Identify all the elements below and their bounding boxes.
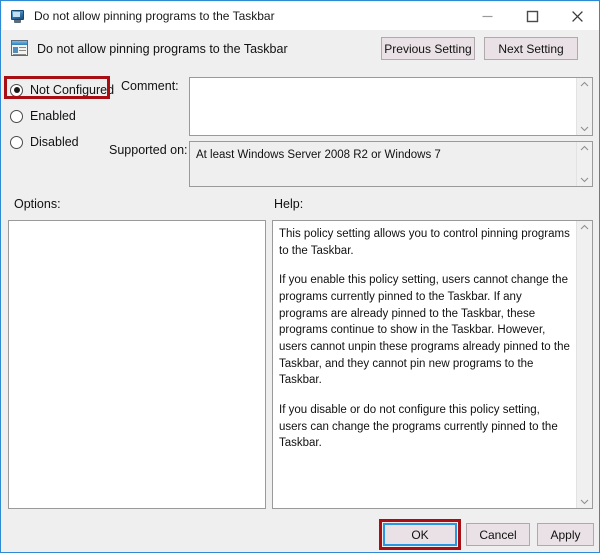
policy-state-radio-group: Not Configured Enabled Disabled [10,79,120,157]
chevron-down-icon[interactable] [580,177,589,183]
ok-button[interactable]: OK [383,523,457,546]
radio-icon-enabled[interactable] [10,109,23,123]
options-panel[interactable] [8,220,266,509]
comment-scrollbar[interactable] [576,78,592,135]
previous-setting-button[interactable]: Previous Setting [381,37,475,60]
apply-button[interactable]: Apply [537,523,594,546]
maximize-button[interactable] [510,2,555,30]
supported-on-label: Supported on: [109,143,188,157]
supported-on-scrollbar[interactable] [576,142,592,186]
group-policy-setting-dialog: Do not allow pinning programs to the Tas… [0,0,600,553]
radio-icon-not-configured[interactable] [10,83,23,97]
radio-label-disabled: Disabled [30,135,79,149]
next-setting-button[interactable]: Next Setting [484,37,578,60]
help-label: Help: [274,197,304,211]
supported-on-value: At least Windows Server 2008 R2 or Windo… [196,149,441,161]
chevron-up-icon[interactable] [580,81,589,87]
minimize-icon [482,15,493,17]
dialog-footer: OK Cancel Apply [2,510,599,552]
radio-label-enabled: Enabled [30,109,76,123]
maximize-icon [526,10,539,22]
options-label: Options: [14,197,61,211]
radio-icon-disabled[interactable] [10,135,23,149]
comment-label: Comment: [121,79,179,93]
policy-setting-icon [11,40,28,57]
chevron-up-icon[interactable] [580,224,589,230]
close-button[interactable] [555,2,599,30]
radio-label-not-configured: Not Configured [30,83,115,97]
help-scrollbar[interactable] [576,221,592,508]
radio-option-disabled[interactable]: Disabled [10,131,120,153]
setting-title: Do not allow pinning programs to the Tas… [37,41,288,56]
chevron-down-icon[interactable] [580,126,589,132]
cancel-button[interactable]: Cancel [466,523,530,546]
title-bar: Do not allow pinning programs to the Tas… [2,2,599,30]
minimize-button[interactable] [465,2,510,30]
comment-field[interactable] [189,77,593,136]
radio-option-enabled[interactable]: Enabled [10,105,120,127]
comment-value[interactable] [190,78,576,135]
monitor-icon [10,8,26,24]
help-paragraph: If you enable this policy setting, users… [279,274,570,387]
options-content [9,221,265,508]
supported-on-field: At least Windows Server 2008 R2 or Windo… [189,141,593,187]
help-paragraph: This policy setting allows you to contro… [279,228,570,257]
help-paragraph: If you disable or do not configure this … [279,404,558,450]
radio-option-not-configured[interactable]: Not Configured [10,79,120,101]
help-panel: This policy setting allows you to contro… [272,220,593,509]
window-title: Do not allow pinning programs to the Tas… [34,9,275,23]
setting-header: Do not allow pinning programs to the Tas… [2,30,599,67]
help-content: This policy setting allows you to contro… [273,221,576,508]
close-icon [572,10,583,22]
chevron-down-icon[interactable] [580,499,589,505]
chevron-up-icon[interactable] [580,145,589,151]
